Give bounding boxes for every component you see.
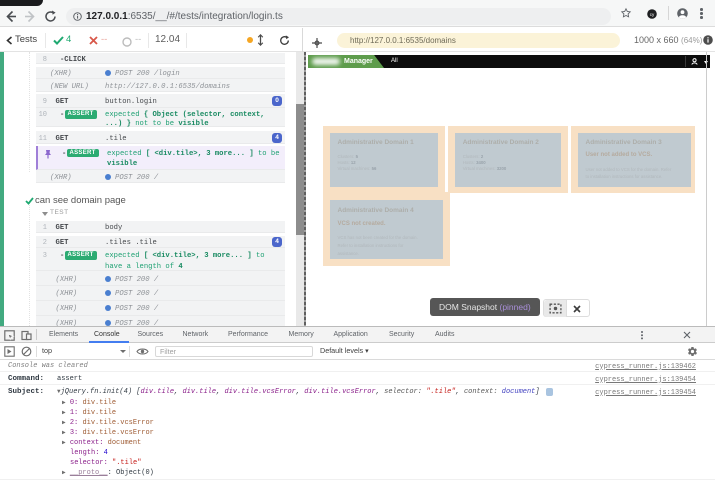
svg-text:cy: cy xyxy=(650,11,655,16)
